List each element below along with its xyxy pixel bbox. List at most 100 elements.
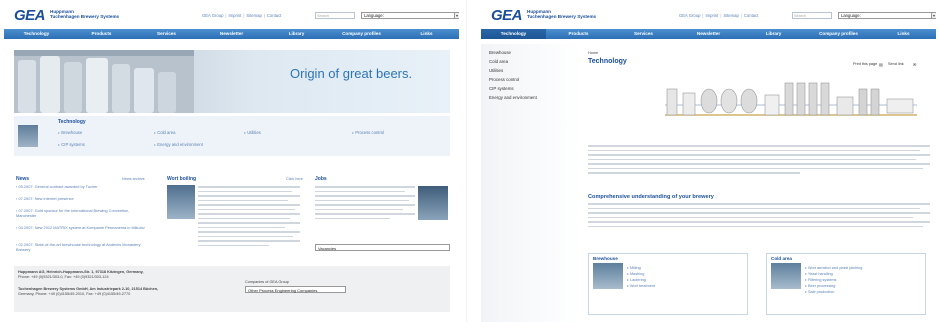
cold-link-beer-processing[interactable]: Beer processing (805, 283, 835, 288)
sidebar-item-cip-systems[interactable]: CIP systems (489, 86, 514, 91)
cold-link-filtering[interactable]: Filtering systems (805, 277, 836, 282)
homepage-screenshot: GEA Huppmann Tuchenhagen Brewery Systems… (4, 0, 459, 322)
nav-newsletter[interactable]: Newsletter (676, 29, 741, 39)
cold-area-box: Cold area Wort aeration and yeast pitchi… (766, 253, 926, 315)
sidebar-item-process-control[interactable]: Process control (489, 77, 519, 82)
footer-line-4: Germany, Phone: +49 (0)4155/49-2010, Fax… (18, 291, 131, 296)
brand-line-2: Tuchenhagen Brewery Systems (527, 14, 597, 19)
brewhouse-link-lautering[interactable]: Lautering (627, 277, 646, 282)
technology-title[interactable]: Technology (58, 119, 86, 125)
nav-library[interactable]: Library (741, 29, 806, 39)
search-input[interactable]: Search (315, 12, 355, 19)
breadcrumb[interactable]: Home (588, 51, 598, 55)
tech-link-process-control[interactable]: Process control (352, 130, 384, 135)
technology-page-screenshot: GEA Huppmann Tuchenhagen Brewery Systems… (481, 0, 936, 322)
tech-link-energy[interactable]: Energy and environment (154, 142, 203, 147)
page-title: Technology (588, 58, 627, 65)
print-icon[interactable]: ▤ (879, 62, 883, 67)
link-imprint[interactable]: Imprint (706, 13, 719, 19)
nav-company-profiles[interactable]: Company profiles (329, 29, 394, 39)
wort-boiling-text (198, 186, 300, 268)
brewhouse-link-milling[interactable]: Milling (627, 265, 641, 270)
send-link[interactable]: Send link (888, 62, 904, 66)
gea-logo[interactable]: GEA (491, 7, 523, 24)
brand-line-2: Tuchenhagen Brewery Systems (50, 14, 120, 19)
wort-boiling-image (167, 185, 195, 219)
news-item[interactable]: 05.2007: General contract awarded by Tuc… (16, 184, 146, 190)
mail-icon[interactable]: ✉ (913, 62, 916, 67)
nav-products[interactable]: Products (546, 29, 611, 39)
hero-banner: Origin of great beers. (14, 50, 450, 113)
sidebar-item-utilities[interactable]: Utilities (489, 68, 503, 73)
wort-boiling-more-link[interactable]: Click here (286, 177, 303, 181)
language-select-value: Language: (364, 13, 384, 18)
main-nav: Technology Products Services Newsletter … (481, 29, 936, 39)
companies-label: Companies of GEA Group (245, 280, 289, 284)
section-text (588, 203, 930, 243)
footer-line-2: Phone: +49 (0)9321/303-0, Fax: +49 (0)93… (18, 274, 109, 279)
news-item[interactable]: 02.2007: State-of-the-art brewhouse tech… (16, 242, 146, 252)
brewery-tanks-image (14, 50, 194, 113)
sidebar-item-cold-area[interactable]: Cold area (489, 59, 508, 64)
header: GEA Huppmann Tuchenhagen Brewery Systems… (4, 0, 459, 28)
companies-select[interactable]: Other Process Engineering Companies (245, 286, 346, 293)
chevron-down-icon[interactable]: ▾ (931, 12, 936, 19)
tech-link-utilities[interactable]: Utilities (244, 130, 261, 135)
top-links: GEA Group | Imprint | Sitemap | Contact (679, 13, 759, 19)
gea-logo[interactable]: GEA (14, 7, 46, 24)
footer-line-1: Huppmann AG, Heinrich-Huppmann-Str. 1, 9… (18, 270, 144, 274)
news-archive-link[interactable]: News archive (122, 177, 145, 181)
footer-address-tuchenhagen: Tuchenhagen Brewery Systems GmbH, Am Ind… (18, 287, 228, 296)
nav-technology[interactable]: Technology (481, 29, 546, 39)
cold-area-box-title[interactable]: Cold area (771, 256, 792, 261)
sidebar-item-energy[interactable]: Energy and environment (489, 95, 537, 100)
brewhouse-box-title[interactable]: Brewhouse (593, 256, 618, 261)
tech-link-cold-area[interactable]: Cold area (154, 130, 175, 135)
footer-line-3: Tuchenhagen Brewery Systems GmbH, Am Ind… (18, 287, 159, 291)
nav-products[interactable]: Products (69, 29, 134, 39)
link-contact[interactable]: Contact (744, 13, 758, 19)
news-title: News (16, 176, 30, 182)
link-gea-group[interactable]: GEA Group (202, 13, 223, 19)
brand-name: Huppmann Tuchenhagen Brewery Systems (50, 9, 140, 19)
tech-link-cip-systems[interactable]: CIP systems (58, 142, 84, 147)
header: GEA Huppmann Tuchenhagen Brewery Systems… (481, 0, 936, 28)
cold-link-wort-aeration[interactable]: Wort aeration and yeast pitching (805, 265, 862, 270)
jobs-select[interactable]: Vacancies (315, 244, 450, 251)
brewhouse-box: Brewhouse Milling Mashing Lautering Wort… (588, 253, 748, 315)
search-input[interactable]: Search (792, 12, 832, 19)
nav-newsletter[interactable]: Newsletter (199, 29, 264, 39)
link-imprint[interactable]: Imprint (229, 13, 242, 19)
link-sitemap[interactable]: Sitemap (246, 13, 261, 19)
brewhouse-image (593, 263, 623, 289)
tech-link-brewhouse[interactable]: Brewhouse (58, 130, 82, 135)
link-contact[interactable]: Contact (267, 13, 281, 19)
link-gea-group[interactable]: GEA Group (679, 13, 700, 19)
hero-title: Origin of great beers. (290, 66, 413, 81)
print-page-link[interactable]: Print this page (853, 62, 877, 66)
nav-services[interactable]: Services (134, 29, 199, 39)
brewery-process-diagram (665, 82, 917, 116)
news-item[interactable]: 04.2007: New 2012 MATRIX system at Kompa… (16, 225, 146, 231)
nav-technology[interactable]: Technology (4, 29, 69, 39)
news-item[interactable]: 07.2007: Gold sponsor for the Internatio… (16, 208, 146, 218)
nav-library[interactable]: Library (264, 29, 329, 39)
sidebar-item-brewhouse[interactable]: Brewhouse (489, 50, 511, 55)
technology-thumbnail (18, 125, 38, 147)
nav-links[interactable]: Links (394, 29, 459, 39)
brewhouse-link-wort-treatment[interactable]: Wort treatment (627, 283, 655, 288)
chevron-down-icon[interactable]: ▾ (454, 12, 459, 19)
main-nav: Technology Products Services Newsletter … (4, 29, 459, 39)
nav-services[interactable]: Services (611, 29, 676, 39)
brewhouse-link-mashing[interactable]: Mashing (627, 271, 644, 276)
jobs-title: Jobs (315, 176, 327, 182)
cold-link-sale-production[interactable]: Sale production (805, 289, 834, 294)
link-sitemap[interactable]: Sitemap (723, 13, 738, 19)
news-item[interactable]: 07.2007: New internet presence (16, 196, 146, 202)
cold-link-yeast-handling[interactable]: Yeast handling (805, 271, 833, 276)
language-select-value: Language: (841, 13, 861, 18)
nav-company-profiles[interactable]: Company profiles (806, 29, 871, 39)
screenshot-divider (466, 0, 467, 322)
section-subheading: Comprehensive understanding of your brew… (588, 194, 714, 200)
nav-links[interactable]: Links (871, 29, 936, 39)
